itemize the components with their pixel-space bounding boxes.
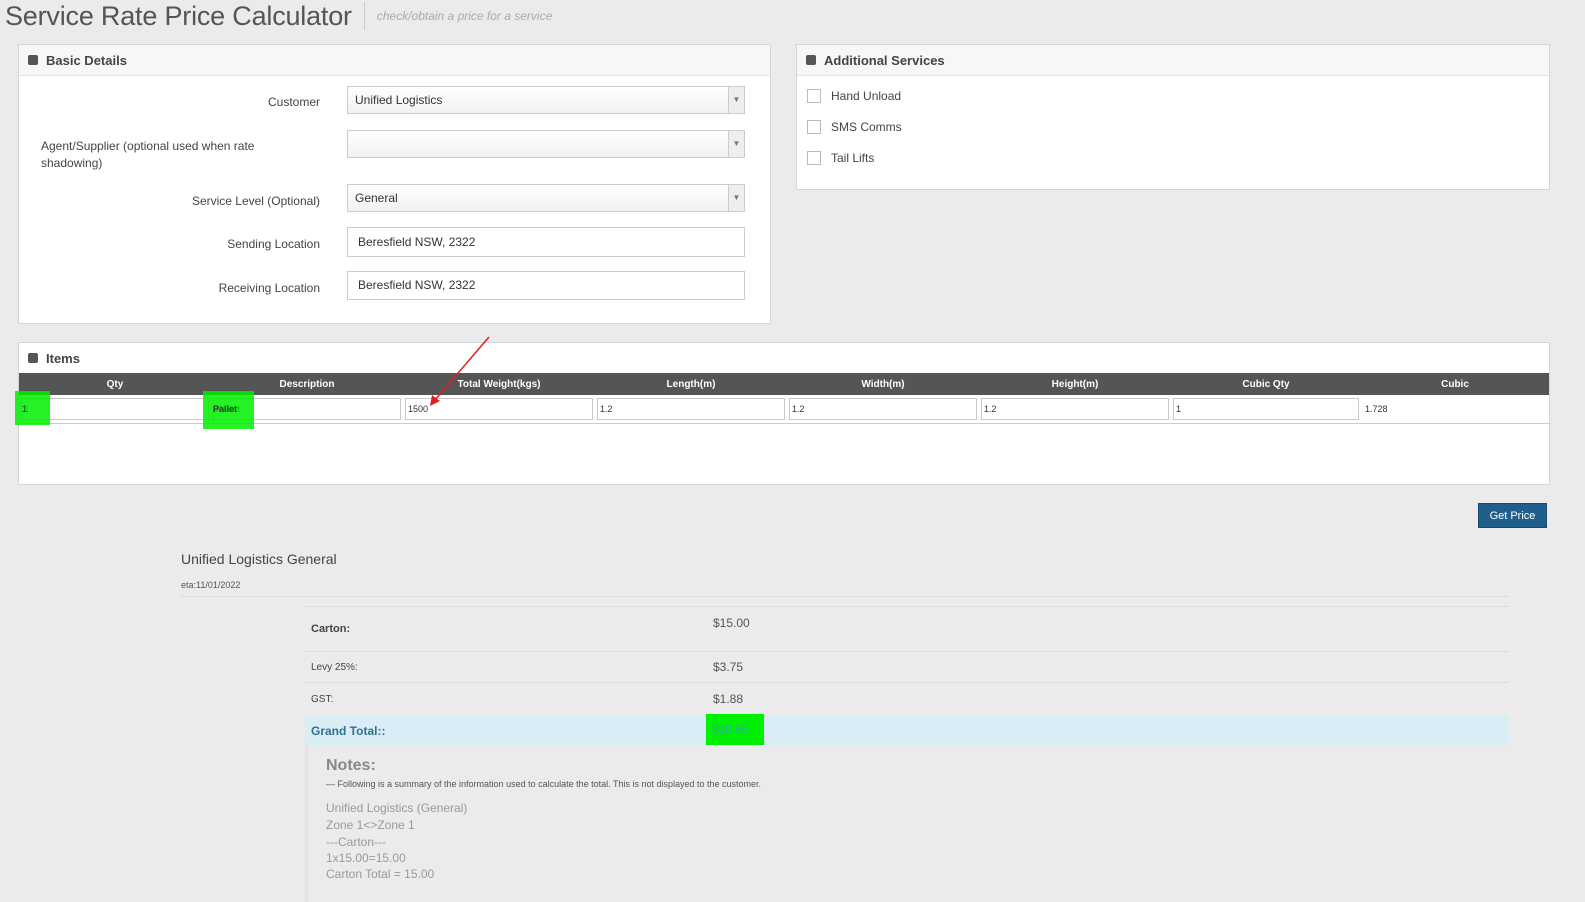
service-level-label: Service Level (Optional): [191, 194, 320, 208]
sms-comms-label: SMS Comms: [831, 120, 902, 134]
column-header-width: Width(m): [787, 373, 979, 395]
page-header: Service Rate Price Calculator check/obta…: [5, 0, 552, 32]
levy-value: $3.75: [713, 660, 744, 674]
highlight-qty: [15, 391, 50, 425]
notes-subtitle: — Following is a summary of the informat…: [326, 779, 762, 789]
result-title: Unified Logistics General: [181, 551, 337, 567]
grand-total-value: $20.63: [706, 714, 764, 745]
basic-details-panel: Basic Details Customer Unified Logistics…: [18, 44, 771, 324]
tail-lifts-label: Tail Lifts: [831, 151, 875, 165]
length-input[interactable]: 1.2: [597, 398, 785, 420]
basic-details-title: Basic Details: [46, 52, 127, 68]
page-title: Service Rate Price Calculator: [5, 0, 352, 31]
sms-comms-checkbox[interactable]: [807, 120, 821, 134]
receiving-location-label: Receiving Location: [218, 281, 320, 295]
sending-location-label: Sending Location: [227, 237, 320, 251]
notes-title: Notes:: [326, 757, 376, 774]
chevron-down-icon[interactable]: ▼: [728, 87, 744, 113]
basic-details-header: Basic Details: [19, 45, 770, 76]
column-header-cubic: Cubic: [1361, 373, 1549, 395]
notes-line: Zone 1<>Zone 1: [326, 818, 415, 832]
chevron-down-icon[interactable]: ▼: [728, 131, 744, 157]
highlight-description-text: Pallet: [213, 404, 238, 414]
result-eta: eta:11/01/2022: [181, 580, 241, 590]
grand-total-label: Grand Total::: [311, 724, 386, 738]
customer-select[interactable]: Unified Logistics ▼: [347, 86, 745, 114]
customer-value: Unified Logistics: [355, 93, 443, 107]
panel-square-icon: [28, 55, 38, 65]
items-header: Items: [19, 343, 1549, 373]
chevron-down-icon[interactable]: ▼: [728, 185, 744, 211]
agent-supplier-select[interactable]: ▼: [347, 130, 745, 158]
page-subtitle: check/obtain a price for a service: [363, 2, 552, 30]
hand-unload-checkbox[interactable]: [807, 89, 821, 103]
notes-line: Unified Logistics (General): [326, 801, 468, 815]
service-option-tail-lifts[interactable]: Tail Lifts: [807, 151, 874, 165]
items-title: Items: [46, 350, 80, 366]
service-option-hand-unload[interactable]: Hand Unload: [807, 89, 901, 103]
notes-line: ---Carton---: [326, 835, 386, 849]
gst-row: GST: $1.88: [305, 683, 1509, 714]
panel-square-icon: [806, 55, 816, 65]
additional-services-header: Additional Services: [797, 45, 1549, 76]
service-level-value: General: [355, 191, 398, 205]
gst-value: $1.88: [713, 692, 744, 706]
notes-line: Carton Total = 15.00: [326, 867, 435, 881]
highlight-qty-text: 1: [22, 404, 28, 414]
service-option-sms-comms[interactable]: SMS Comms: [807, 120, 902, 134]
service-level-select[interactable]: General ▼: [347, 184, 745, 212]
tail-lifts-checkbox[interactable]: [807, 151, 821, 165]
receiving-location-input[interactable]: Beresfield NSW, 2322: [347, 271, 745, 300]
width-input[interactable]: 1.2: [789, 398, 977, 420]
hand-unload-label: Hand Unload: [831, 89, 902, 103]
annotation-arrow-icon: [430, 336, 490, 406]
notes-line: 1x15.00=15.00: [326, 851, 406, 865]
levy-label: Levy 25%:: [311, 662, 358, 673]
get-price-button[interactable]: Get Price: [1478, 503, 1547, 528]
grand-total-row: Grand Total:: $20.63: [305, 714, 1509, 745]
panel-square-icon: [28, 353, 38, 363]
column-header-height: Height(m): [979, 373, 1171, 395]
agent-supplier-label: Agent/Supplier (optional used when rate …: [41, 139, 255, 170]
height-input[interactable]: 1.2: [981, 398, 1169, 420]
cubic-value: 1.728: [1365, 404, 1388, 414]
customer-label: Customer: [267, 95, 320, 109]
additional-services-panel: Additional Services Hand Unload SMS Comm…: [796, 44, 1550, 190]
levy-row: Levy 25%: $3.75: [305, 652, 1509, 682]
carton-value: $15.00: [713, 616, 750, 630]
carton-label: Carton:: [311, 623, 351, 635]
gst-label: GST:: [311, 694, 334, 705]
carton-row: Carton: $15.00: [305, 607, 1509, 651]
sending-location-input[interactable]: Beresfield NSW, 2322: [347, 227, 745, 257]
column-header-length: Length(m): [595, 373, 787, 395]
notes-section: Notes: — Following is a summary of the i…: [305, 745, 1512, 902]
divider: [181, 596, 1509, 597]
additional-services-title: Additional Services: [824, 52, 945, 68]
column-header-cubic-qty: Cubic Qty: [1171, 373, 1361, 395]
cubic-qty-input[interactable]: 1: [1173, 398, 1359, 420]
